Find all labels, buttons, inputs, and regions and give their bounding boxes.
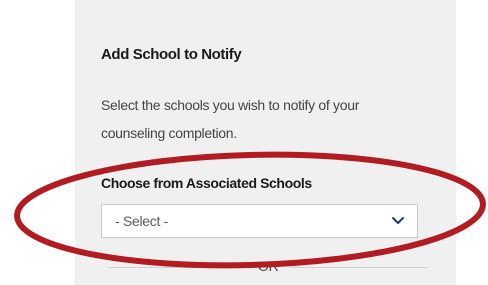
divider-line-left	[108, 267, 233, 268]
panel-title: Add School to Notify	[101, 46, 242, 63]
divider-line-right	[291, 267, 428, 268]
chevron-down-icon	[392, 217, 404, 224]
select-value: - Select -	[115, 213, 169, 229]
or-divider: OR	[108, 257, 428, 277]
associated-schools-select[interactable]: - Select -	[101, 204, 418, 238]
or-text: OR	[258, 258, 279, 274]
panel-description: Select the schools you wish to notify of…	[101, 97, 360, 141]
page: Add School to Notify Select the schools …	[0, 0, 488, 285]
associated-schools-label: Choose from Associated Schools	[101, 175, 312, 191]
